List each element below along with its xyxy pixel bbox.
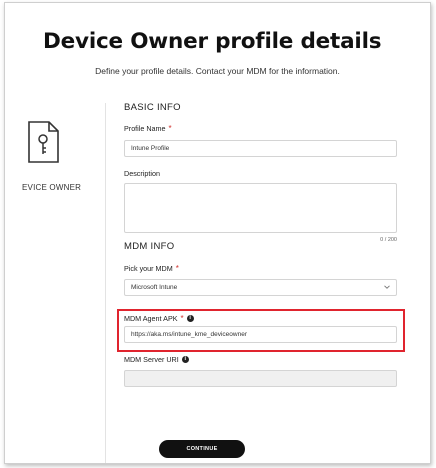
continue-button[interactable]: CONTINUE xyxy=(159,440,245,458)
sidebar-divider xyxy=(105,103,106,463)
description-textarea[interactable] xyxy=(124,183,397,233)
mdm-select-value: Microsoft Intune xyxy=(131,284,178,291)
mdm-select[interactable]: Microsoft Intune xyxy=(124,279,397,296)
profile-name-input[interactable]: Intune Profile xyxy=(124,140,397,157)
sidebar-step-label: EVICE OWNER xyxy=(22,183,82,192)
agent-apk-label: MDM Agent APK * i xyxy=(124,314,194,323)
agent-apk-input[interactable]: https://aka.ms/intune_kme_deviceowner xyxy=(124,326,397,343)
agent-apk-label-text: MDM Agent APK xyxy=(124,314,178,323)
certificate-key-icon xyxy=(28,121,59,163)
basic-info-heading: BASIC INFO xyxy=(124,102,181,113)
description-char-count: 0 / 200 xyxy=(380,237,397,243)
description-label-text: Description xyxy=(124,169,160,178)
profile-name-label-text: Profile Name xyxy=(124,124,166,133)
server-uri-input[interactable] xyxy=(124,370,397,387)
chevron-down-icon xyxy=(384,285,390,289)
page-subtitle: Define your profile details. Contact you… xyxy=(95,66,340,76)
page-title: Device Owner profile details xyxy=(43,29,382,54)
required-marker: * xyxy=(175,264,179,273)
profile-name-label: Profile Name * xyxy=(124,124,172,133)
pick-mdm-label: Pick your MDM * xyxy=(124,264,179,273)
mdm-info-heading: MDM INFO xyxy=(124,241,175,252)
server-uri-label-text: MDM Server URI xyxy=(124,355,179,364)
info-icon[interactable]: i xyxy=(181,356,189,363)
profile-details-page: Device Owner profile details Define your… xyxy=(4,2,431,464)
description-label: Description xyxy=(124,169,160,178)
required-marker: * xyxy=(180,314,184,323)
server-uri-label: MDM Server URI i xyxy=(124,355,189,364)
info-icon[interactable]: i xyxy=(186,315,194,322)
pick-mdm-label-text: Pick your MDM xyxy=(124,264,173,273)
required-marker: * xyxy=(168,124,172,133)
